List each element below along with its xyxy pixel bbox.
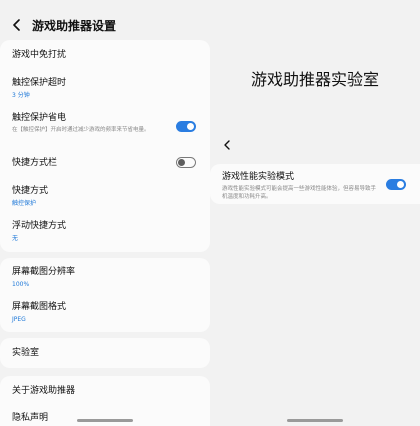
performance-mode-toggle[interactable] (386, 179, 406, 190)
navigation-handle[interactable] (287, 419, 343, 422)
chevron-left-icon (224, 140, 230, 150)
setting-screenshot-format[interactable]: 屏幕截图格式 JPEG (0, 301, 210, 324)
navigation-handle[interactable] (77, 419, 133, 422)
setting-label: 快捷方式 (12, 186, 49, 196)
settings-card-lab: 实验室 (0, 338, 210, 368)
setting-label: 触控保护省电 (12, 113, 67, 123)
settings-panel: 游戏助推器设置 游戏中免打扰 触控保护超时 3 分钟 触控保护省电 在【触控保护… (0, 0, 210, 426)
settings-card-screenshot: 屏幕截图分辨率 100% 屏幕截图格式 JPEG (0, 258, 210, 332)
lab-card: 游戏性能实验模式 游戏性能实验模式可能会提高一些游戏性能体验，但容易导致手机温度… (210, 164, 420, 204)
setting-label: 屏幕截图格式 (12, 302, 67, 312)
setting-label: 游戏中免打扰 (12, 50, 67, 60)
settings-header: 游戏助推器设置 (0, 14, 210, 36)
setting-shortcut[interactable]: 快捷方式 触控保护 (0, 185, 210, 208)
setting-no-disturb[interactable]: 游戏中免打扰 (0, 49, 210, 61)
setting-label: 快捷方式栏 (12, 158, 58, 168)
lab-back-button[interactable] (220, 138, 234, 152)
setting-label: 隐私声明 (12, 413, 49, 423)
shortcut-bar-toggle[interactable] (176, 157, 196, 168)
setting-partial[interactable]: 隐私声明 (0, 412, 210, 424)
back-button[interactable] (6, 14, 28, 36)
setting-label: 关于游戏助推器 (12, 386, 76, 396)
setting-label: 游戏性能实验模式 (222, 172, 295, 182)
toggle-knob (178, 159, 185, 166)
setting-label: 触控保护超时 (12, 78, 67, 88)
lab-page-title: 游戏助推器实验室 (250, 70, 379, 89)
chevron-left-icon (13, 19, 20, 31)
setting-value: JPEG (12, 316, 26, 323)
setting-description: 在【触控保护】开启时通过减少游戏的频率来节省电量。 (12, 127, 150, 133)
setting-label: 浮动快捷方式 (12, 221, 67, 231)
setting-touch-timeout[interactable]: 触控保护超时 3 分钟 (0, 77, 210, 100)
page-title: 游戏助推器设置 (32, 18, 117, 33)
setting-value: 无 (12, 235, 19, 242)
setting-lab[interactable]: 实验室 (0, 347, 210, 359)
setting-label: 实验室 (12, 348, 40, 358)
setting-value: 100% (12, 281, 30, 288)
setting-value: 3 分钟 (12, 92, 30, 99)
setting-screenshot-resolution[interactable]: 屏幕截图分辨率 100% (0, 266, 210, 289)
setting-about[interactable]: 关于游戏助推器 (0, 385, 210, 397)
setting-floating-shortcut[interactable]: 浮动快捷方式 无 (0, 220, 210, 243)
setting-description: 游戏性能实验模式可能会提高一些游戏性能体验，但容易导致手机温度和功耗升高。 (222, 186, 377, 200)
lab-panel: 游戏助推器实验室 游戏性能实验模式 游戏性能实验模式可能会提高一些游戏性能体验，… (210, 0, 420, 426)
toggle-knob (187, 123, 194, 130)
setting-label: 屏幕截图分辨率 (12, 267, 76, 277)
setting-value: 触控保护 (12, 200, 37, 207)
settings-card-general: 游戏中免打扰 触控保护超时 3 分钟 触控保护省电 在【触控保护】开启时通过减少… (0, 40, 210, 252)
toggle-knob (397, 181, 404, 188)
touch-power-save-toggle[interactable] (176, 121, 196, 132)
